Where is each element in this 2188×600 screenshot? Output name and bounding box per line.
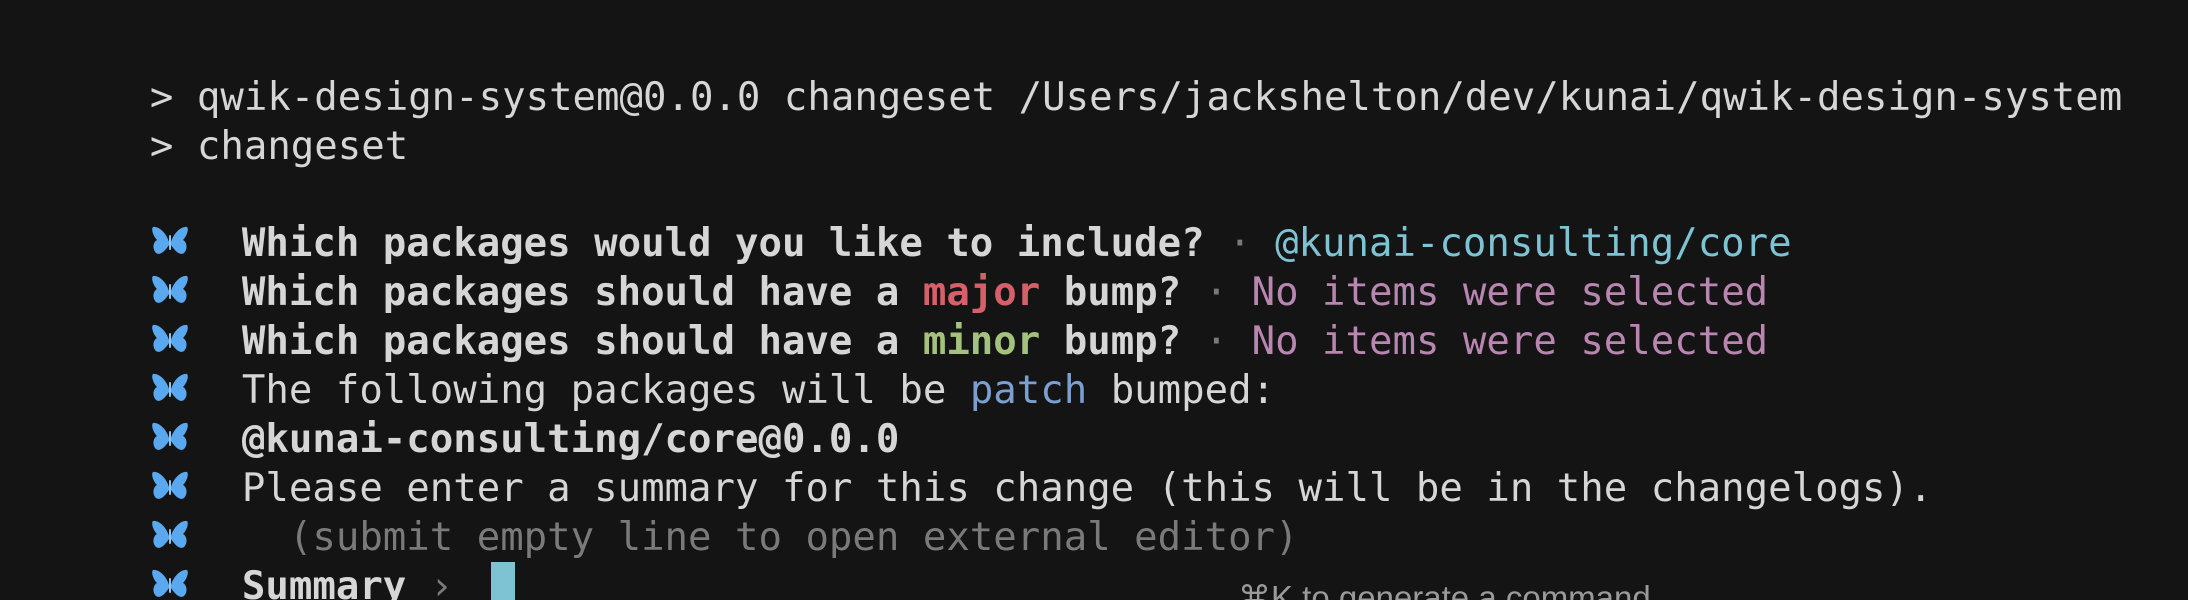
- terminal-window[interactable]: > qwik-design-system@0.0.0 changeset /Us…: [0, 0, 2188, 600]
- patch-text-post: bumped:: [1087, 368, 1276, 413]
- summary-input-line[interactable]: Summary ›: [56, 513, 515, 600]
- minor-answer: No items were selected: [1251, 319, 1769, 364]
- command-echo-line: > qwik-design-system@0.0.0 changeset /Us…: [56, 24, 2122, 120]
- summary-label: Summary: [241, 564, 407, 600]
- summary-hint-line: (submit empty line to open external edit…: [56, 464, 1299, 560]
- major-prompt-line: Which packages should have a major bump?…: [56, 219, 1768, 315]
- generate-command-hint[interactable]: ⌘K to generate a command: [1238, 578, 1651, 600]
- patch-info-line: The following packages will be patch bum…: [56, 317, 1275, 413]
- patch-package-line: @kunai-consulting/core@0.0.0: [56, 366, 899, 462]
- command-name-text: > changeset: [149, 124, 409, 169]
- minor-prompt-line: Which packages should have a minor bump?…: [56, 268, 1768, 364]
- patch-keyword: patch: [969, 368, 1088, 413]
- summary-request-line: Please enter a summary for this change (…: [56, 415, 1932, 511]
- include-prompt-line: Which packages would you like to include…: [56, 170, 1792, 266]
- command-name-line: > changeset: [56, 73, 408, 169]
- text-cursor: [490, 562, 515, 600]
- command-echo-text: > qwik-design-system@0.0.0 changeset /Us…: [149, 75, 2123, 120]
- chevron-right-icon: ›: [406, 564, 477, 600]
- butterfly-icon: [150, 565, 190, 600]
